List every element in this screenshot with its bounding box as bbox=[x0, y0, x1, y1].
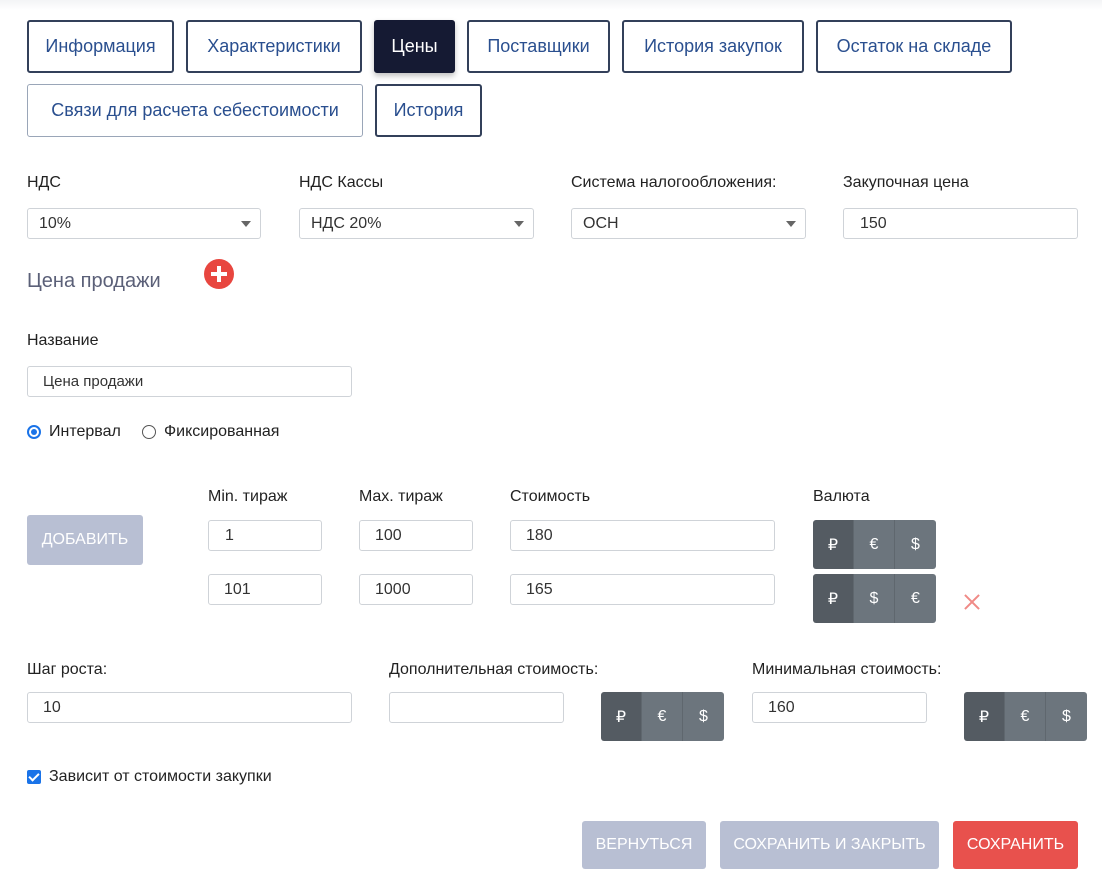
max-run-header: Max. тираж bbox=[359, 488, 443, 505]
sale-price-title: Цена продажи bbox=[27, 270, 161, 292]
tax-system-select[interactable]: ОСН bbox=[571, 208, 806, 239]
cost-header: Стоимость bbox=[510, 488, 591, 505]
cash-vat-value: НДС 20% bbox=[311, 214, 382, 232]
tab-purchase-history[interactable]: История закупок bbox=[622, 20, 804, 73]
interval-radio-label: Интервал bbox=[49, 423, 121, 440]
save-button[interactable]: Сохранить bbox=[953, 821, 1078, 869]
fixed-radio-label: Фиксированная bbox=[164, 423, 280, 440]
currency-usd-button[interactable]: $ bbox=[683, 692, 724, 741]
currency-rub-button[interactable]: ₽ bbox=[813, 520, 854, 569]
vat-select[interactable]: 10% bbox=[27, 208, 261, 239]
back-button[interactable]: Вернуться bbox=[582, 821, 706, 869]
cost-input[interactable]: 180 bbox=[510, 520, 775, 551]
currency-usd-button[interactable]: $ bbox=[854, 574, 895, 623]
purchase-price-input[interactable]: 150 bbox=[843, 208, 1078, 239]
top-shade bbox=[0, 0, 1102, 10]
remove-row-icon[interactable] bbox=[963, 593, 981, 611]
currency-usd-button[interactable]: $ bbox=[1046, 692, 1087, 741]
currency-usd-button[interactable]: $ bbox=[895, 520, 936, 569]
chevron-down-icon bbox=[786, 221, 796, 227]
additional-currency-selector[interactable]: ₽ € $ bbox=[601, 692, 724, 741]
minimum-cost-input[interactable]: 160 bbox=[752, 692, 927, 723]
min-run-input[interactable]: 101 bbox=[208, 574, 322, 605]
currency-eur-button[interactable]: € bbox=[642, 692, 683, 741]
currency-rub-button[interactable]: ₽ bbox=[601, 692, 642, 741]
step-input[interactable]: 10 bbox=[27, 692, 352, 723]
tab-cost-links[interactable]: Связи для расчета себестоимости bbox=[27, 84, 363, 137]
add-interval-button[interactable]: Добавить bbox=[27, 515, 143, 565]
additional-cost-label: Дополнительная стоимость: bbox=[389, 661, 599, 678]
minimum-currency-selector[interactable]: ₽ € $ bbox=[964, 692, 1087, 741]
tax-system-label: Система налогообложения: bbox=[571, 174, 777, 191]
tax-system-value: ОСН bbox=[583, 214, 619, 232]
minimum-cost-label: Минимальная стоимость: bbox=[752, 661, 942, 678]
currency-eur-button[interactable]: € bbox=[1005, 692, 1046, 741]
chevron-down-icon bbox=[514, 221, 524, 227]
currency-selector[interactable]: ₽ € $ bbox=[813, 520, 936, 569]
tab-stock[interactable]: Остаток на складе bbox=[816, 20, 1012, 73]
purchase-price-label: Закупочная цена bbox=[843, 174, 969, 191]
currency-eur-button[interactable]: € bbox=[854, 520, 895, 569]
currency-rub-button[interactable]: ₽ bbox=[964, 692, 1005, 741]
vat-value: 10% bbox=[39, 214, 72, 232]
fixed-radio[interactable] bbox=[142, 425, 156, 439]
tab-prices[interactable]: Цены bbox=[374, 20, 455, 73]
currency-header: Валюта bbox=[813, 488, 870, 505]
additional-cost-input[interactable] bbox=[389, 692, 564, 723]
tab-information[interactable]: Информация bbox=[27, 20, 174, 73]
add-price-icon[interactable] bbox=[204, 259, 234, 289]
step-label: Шаг роста: bbox=[27, 661, 108, 678]
cash-vat-select[interactable]: НДС 20% bbox=[299, 208, 534, 239]
name-label: Название bbox=[27, 332, 99, 349]
tab-history[interactable]: История bbox=[375, 84, 482, 137]
tab-characteristics[interactable]: Характеристики bbox=[186, 20, 362, 73]
save-and-close-button[interactable]: Сохранить и закрыть bbox=[720, 821, 939, 869]
cost-input[interactable]: 165 bbox=[510, 574, 775, 605]
price-name-input[interactable]: Цена продажи bbox=[27, 366, 352, 397]
currency-selector[interactable]: ₽ $ € bbox=[813, 574, 936, 623]
tab-suppliers[interactable]: Поставщики bbox=[467, 20, 610, 73]
max-run-input[interactable]: 100 bbox=[359, 520, 473, 551]
currency-eur-button[interactable]: € bbox=[895, 574, 936, 623]
cash-vat-label: НДС Кассы bbox=[299, 174, 384, 191]
max-run-input[interactable]: 1000 bbox=[359, 574, 473, 605]
interval-radio[interactable] bbox=[27, 425, 41, 439]
depends-on-purchase-checkbox[interactable] bbox=[27, 770, 41, 784]
min-run-input[interactable]: 1 bbox=[208, 520, 322, 551]
vat-label: НДС bbox=[27, 174, 61, 191]
currency-rub-button[interactable]: ₽ bbox=[813, 574, 854, 623]
chevron-down-icon bbox=[241, 221, 251, 227]
min-run-header: Min. тираж bbox=[208, 488, 288, 505]
depends-on-purchase-label: Зависит от стоимости закупки bbox=[49, 768, 272, 785]
